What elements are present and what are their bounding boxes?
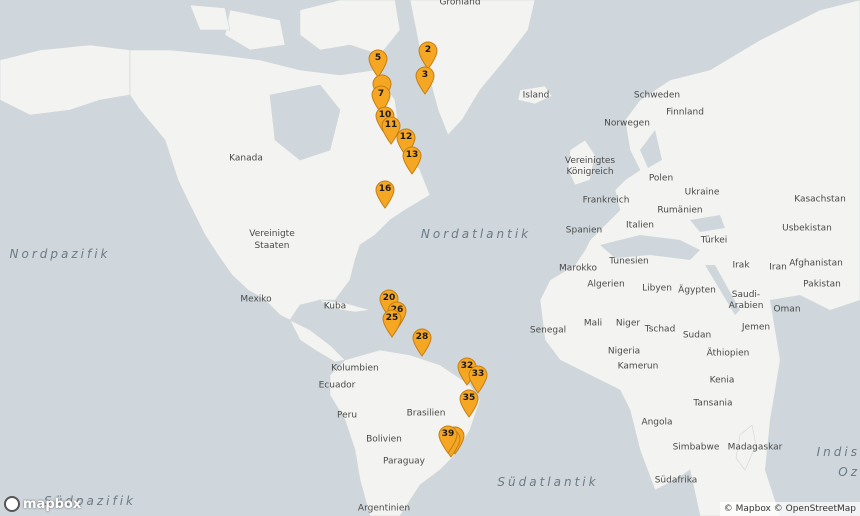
- map-attribution[interactable]: © Mapbox © OpenStreetMap: [719, 502, 860, 516]
- country-label: Rumänien: [657, 205, 703, 216]
- ocean-label: Oz: [838, 465, 860, 479]
- country-label: Tunesien: [609, 256, 649, 267]
- country-label: Nigeria: [607, 346, 641, 357]
- country-label: Südafrika: [654, 475, 698, 486]
- country-label: Finnland: [666, 107, 704, 118]
- marker-label: 16: [378, 184, 392, 194]
- country-label: Spanien: [565, 225, 603, 236]
- ocean-label: Nordatlantik: [420, 227, 532, 241]
- country-label: Madagaskar: [727, 442, 783, 453]
- country-label: Paraguay: [382, 456, 426, 467]
- country-label: Italien: [626, 220, 654, 231]
- country-label: Saudi- Arabien: [728, 290, 764, 311]
- map-canvas[interactable]: Grönland Kanada Vereinigte Staaten Mexiko Kub…: [0, 0, 860, 516]
- mapbox-logo-icon: [4, 496, 20, 512]
- country-label: Mali: [583, 318, 603, 329]
- mapbox-logo-text: mapbox: [23, 496, 82, 512]
- country-label: Kenia: [709, 375, 735, 386]
- marker-label: 12: [399, 132, 413, 142]
- country-label: Frankreich: [582, 195, 630, 206]
- map-marker[interactable]: 35: [458, 388, 480, 418]
- country-label: Mexiko: [240, 294, 272, 305]
- marker-label: 39: [441, 429, 455, 439]
- country-label: Jemen: [741, 322, 771, 333]
- country-label: Kolumbien: [331, 363, 379, 374]
- marker-label: 13: [405, 150, 419, 160]
- country-label: Oman: [773, 304, 801, 315]
- country-label: Tschad: [644, 324, 676, 335]
- country-label: Niger: [615, 318, 641, 329]
- country-label: Island: [522, 90, 550, 101]
- country-label: Tansania: [693, 398, 733, 409]
- country-label: Kamerun: [617, 361, 659, 372]
- country-label: Angola: [641, 417, 673, 428]
- country-label: Brasilien: [406, 408, 446, 419]
- country-label: Kanada: [229, 153, 263, 164]
- map-marker[interactable]: 13: [401, 145, 423, 175]
- country-label: Irak: [732, 260, 750, 271]
- country-label: Norwegen: [604, 118, 650, 129]
- country-label: Kuba: [323, 301, 347, 312]
- country-label: Algerien: [587, 279, 625, 290]
- map-marker[interactable]: 3: [414, 65, 436, 95]
- country-label: Argentinien: [357, 503, 411, 514]
- country-label: Iran: [769, 262, 787, 273]
- marker-label: 7: [377, 89, 385, 99]
- country-label: Polen: [648, 173, 674, 184]
- map-marker[interactable]: 16: [374, 179, 396, 209]
- marker-label: 2: [424, 45, 432, 55]
- country-label: Libyen: [642, 283, 672, 294]
- country-label: Pakistan: [803, 279, 841, 290]
- marker-label: 33: [471, 369, 485, 379]
- country-label: Grönland: [439, 0, 481, 8]
- country-label: Sudan: [682, 330, 712, 341]
- country-label: Äthiopien: [706, 348, 750, 359]
- country-label: Türkei: [700, 235, 728, 246]
- country-label: Bolivien: [366, 434, 402, 445]
- map-marker[interactable]: 39: [437, 424, 459, 454]
- country-label: Simbabwe: [672, 442, 720, 453]
- marker-label: 3: [421, 70, 429, 80]
- country-label: Vereinigte Staaten: [249, 229, 295, 251]
- map-marker[interactable]: 25: [381, 308, 403, 338]
- marker-label: 5: [374, 53, 382, 63]
- country-label: Kasachstan: [794, 194, 846, 205]
- country-label: Peru: [336, 410, 358, 421]
- marker-label: 35: [462, 393, 476, 403]
- ocean-label: Südatlantik: [497, 475, 599, 489]
- country-label: Schweden: [633, 90, 681, 101]
- marker-label: 25: [385, 313, 399, 323]
- country-label: Marokko: [559, 263, 597, 274]
- country-label: Ecuador: [318, 380, 356, 391]
- map-marker[interactable]: 28: [411, 327, 433, 357]
- country-label: Usbekistan: [782, 223, 832, 234]
- marker-label: 28: [415, 332, 429, 342]
- ocean-label: Nordpazifik: [9, 247, 111, 261]
- ocean-label: Indis: [816, 445, 860, 459]
- country-label: Ägypten: [678, 285, 716, 296]
- country-label: Ukraine: [684, 187, 720, 198]
- mapbox-logo[interactable]: mapbox: [4, 496, 81, 512]
- country-label: Senegal: [529, 325, 567, 336]
- country-label: Afghanistan: [789, 258, 843, 269]
- country-label: Vereinigtes Königreich: [564, 156, 616, 177]
